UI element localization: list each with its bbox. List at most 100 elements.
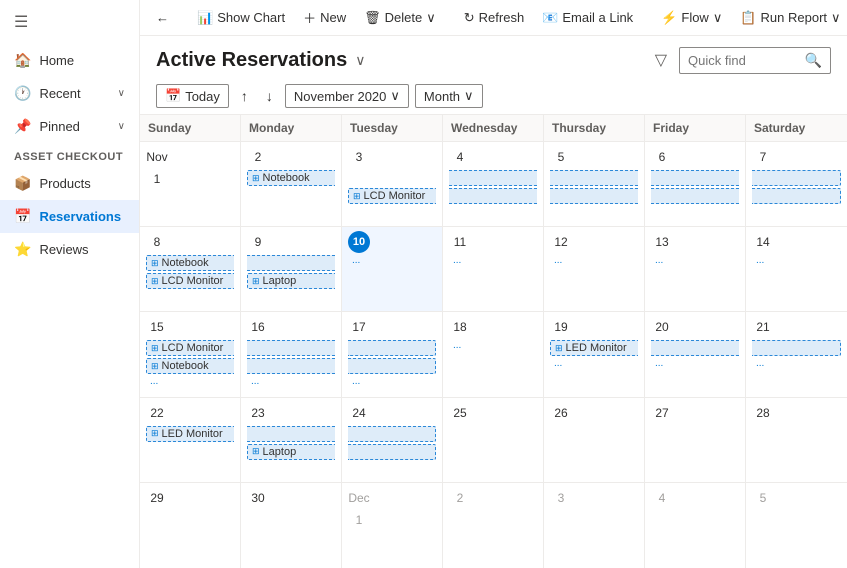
- cal-day-nov14[interactable]: 14 ...: [746, 227, 847, 311]
- event-continues: [247, 426, 335, 442]
- view-selector-button[interactable]: Month ∨: [415, 84, 483, 108]
- delete-button[interactable]: 🗑 Delete ∨: [356, 6, 444, 30]
- more-indicator[interactable]: ...: [348, 376, 436, 387]
- sidebar-item-recent[interactable]: 🕐 Recent ∨: [0, 77, 139, 110]
- event-icon: ⊞: [555, 343, 563, 354]
- more-indicator[interactable]: ...: [550, 358, 638, 369]
- cal-day-nov19[interactable]: 19 ⊞ LED Monitor ...: [544, 312, 645, 396]
- prev-button[interactable]: ↑: [235, 86, 254, 106]
- sidebar-item-pinned[interactable]: 📌 Pinned ∨: [0, 110, 139, 143]
- search-icon: 🔍: [805, 52, 822, 69]
- cal-day-nov18[interactable]: 18 ...: [443, 312, 544, 396]
- sidebar-item-home[interactable]: 🏠 Home: [0, 44, 139, 77]
- cal-day-nov26[interactable]: 26: [544, 398, 645, 482]
- event-label: LED Monitor: [566, 342, 627, 354]
- cal-day-nov9[interactable]: 9 ⊞ Laptop: [241, 227, 342, 311]
- sidebar-item-reviews[interactable]: ⭐ Reviews: [0, 233, 139, 266]
- cal-day-nov7[interactable]: 7: [746, 142, 847, 226]
- day-number: 6: [651, 146, 673, 168]
- cal-day-nov25[interactable]: 25: [443, 398, 544, 482]
- cal-day-nov10[interactable]: 10 ...: [342, 227, 443, 311]
- back-button[interactable]: ←: [148, 6, 177, 29]
- new-button[interactable]: ＋ New: [295, 4, 354, 31]
- day-number: 17: [348, 316, 370, 338]
- event-end2: [348, 444, 436, 460]
- cal-day-dec3[interactable]: 3: [544, 483, 645, 568]
- more-indicator[interactable]: ...: [752, 255, 841, 266]
- more-indicator[interactable]: ...: [550, 255, 638, 266]
- cal-day-nov13[interactable]: 13 ...: [645, 227, 746, 311]
- cal-day-nov5[interactable]: 5: [544, 142, 645, 226]
- run-report-button[interactable]: 📋 Run Report ∨: [732, 6, 847, 30]
- cal-day-nov30[interactable]: 30: [241, 483, 342, 568]
- more-indicator[interactable]: ...: [651, 255, 739, 266]
- cal-day-nov1[interactable]: Nov 1: [140, 142, 241, 226]
- event-label: Laptop: [263, 446, 297, 458]
- event-end2: [348, 358, 436, 374]
- cal-day-dec1[interactable]: Dec 1: [342, 483, 443, 568]
- email-link-button[interactable]: 📧 Email a Link: [534, 6, 641, 30]
- event-icon: ⊞: [252, 173, 260, 184]
- cal-day-nov28[interactable]: 28: [746, 398, 847, 482]
- cal-day-dec2[interactable]: 2: [443, 483, 544, 568]
- filter-button[interactable]: ▽: [651, 46, 671, 74]
- more-indicator[interactable]: ...: [247, 376, 335, 387]
- event-bar-2[interactable]: ⊞ Laptop: [247, 444, 335, 460]
- next-button[interactable]: ↓: [260, 86, 279, 106]
- event-bar-2[interactable]: ⊞ Notebook: [146, 358, 234, 374]
- refresh-icon: ↻: [464, 10, 475, 26]
- cal-day-nov22[interactable]: 22 ⊞ LED Monitor: [140, 398, 241, 482]
- event-bar[interactable]: ⊞ LCD Monitor: [146, 340, 234, 356]
- cal-day-nov16[interactable]: 16 ...: [241, 312, 342, 396]
- quick-find-input[interactable]: [688, 53, 801, 68]
- refresh-button[interactable]: ↻ Refresh: [456, 6, 532, 30]
- event-label: Laptop: [263, 275, 297, 287]
- more-indicator[interactable]: ...: [651, 358, 739, 369]
- cal-day-nov27[interactable]: 27: [645, 398, 746, 482]
- event-bar[interactable]: ⊞ LED Monitor: [550, 340, 638, 356]
- day-number: 8: [146, 231, 168, 253]
- cal-day-nov29[interactable]: 29: [140, 483, 241, 568]
- calendar-week-2: 8 ⊞ Notebook ⊞ LCD Monitor 9 ⊞ Lap: [140, 227, 847, 312]
- report-icon: 📋: [740, 10, 756, 26]
- cal-day-nov20[interactable]: 20 ...: [645, 312, 746, 396]
- cal-day-nov21[interactable]: 21 ...: [746, 312, 847, 396]
- more-indicator[interactable]: ...: [449, 255, 537, 266]
- event-label: LCD Monitor: [364, 190, 426, 202]
- event-bar-2[interactable]: ⊞ LCD Monitor: [146, 273, 234, 289]
- today-button[interactable]: 📅 Today: [156, 84, 229, 108]
- cal-day-nov11[interactable]: 11 ...: [443, 227, 544, 311]
- event-bar[interactable]: ⊞ Notebook: [247, 170, 335, 186]
- cal-day-nov3[interactable]: 3 ⊞ LCD Monitor: [342, 142, 443, 226]
- event-label: LCD Monitor: [162, 275, 224, 287]
- cal-day-nov12[interactable]: 12 ...: [544, 227, 645, 311]
- cal-day-dec4[interactable]: 4: [645, 483, 746, 568]
- cal-day-nov23[interactable]: 23 ⊞ Laptop: [241, 398, 342, 482]
- event-bar[interactable]: ⊞ Notebook: [146, 255, 234, 271]
- day-number: 13: [651, 231, 673, 253]
- cal-day-nov6[interactable]: 6: [645, 142, 746, 226]
- pinned-label: Pinned: [39, 119, 79, 134]
- cal-day-dec5[interactable]: 5: [746, 483, 847, 568]
- cal-day-nov4[interactable]: 4: [443, 142, 544, 226]
- sidebar-item-products[interactable]: 📦 Products: [0, 167, 139, 200]
- month-nav-button[interactable]: November 2020 ∨: [285, 84, 409, 108]
- cal-day-nov24[interactable]: 24: [342, 398, 443, 482]
- hamburger-button[interactable]: ☰: [0, 0, 139, 44]
- cal-day-nov17[interactable]: 17 ...: [342, 312, 443, 396]
- event-bar[interactable]: ⊞ Laptop: [247, 273, 335, 289]
- title-chevron[interactable]: ∨: [355, 52, 365, 69]
- event-bar[interactable]: ⊞ LCD Monitor: [348, 188, 436, 204]
- event-bar[interactable]: ⊞ LED Monitor: [146, 426, 234, 442]
- show-chart-button[interactable]: 📊 Show Chart: [189, 6, 293, 30]
- sidebar-item-reservations[interactable]: 📅 Reservations: [0, 200, 139, 233]
- more-indicator[interactable]: ...: [146, 376, 234, 387]
- more-indicator[interactable]: ...: [449, 340, 537, 351]
- day-number: 4: [449, 146, 471, 168]
- cal-day-nov8[interactable]: 8 ⊞ Notebook ⊞ LCD Monitor: [140, 227, 241, 311]
- cal-day-nov15[interactable]: 15 ⊞ LCD Monitor ⊞ Notebook ...: [140, 312, 241, 396]
- flow-button[interactable]: ⚡ Flow ∨: [653, 6, 730, 30]
- more-indicator[interactable]: ...: [752, 358, 841, 369]
- more-indicator[interactable]: ...: [348, 255, 436, 266]
- cal-day-nov2[interactable]: 2 ⊞ Notebook: [241, 142, 342, 226]
